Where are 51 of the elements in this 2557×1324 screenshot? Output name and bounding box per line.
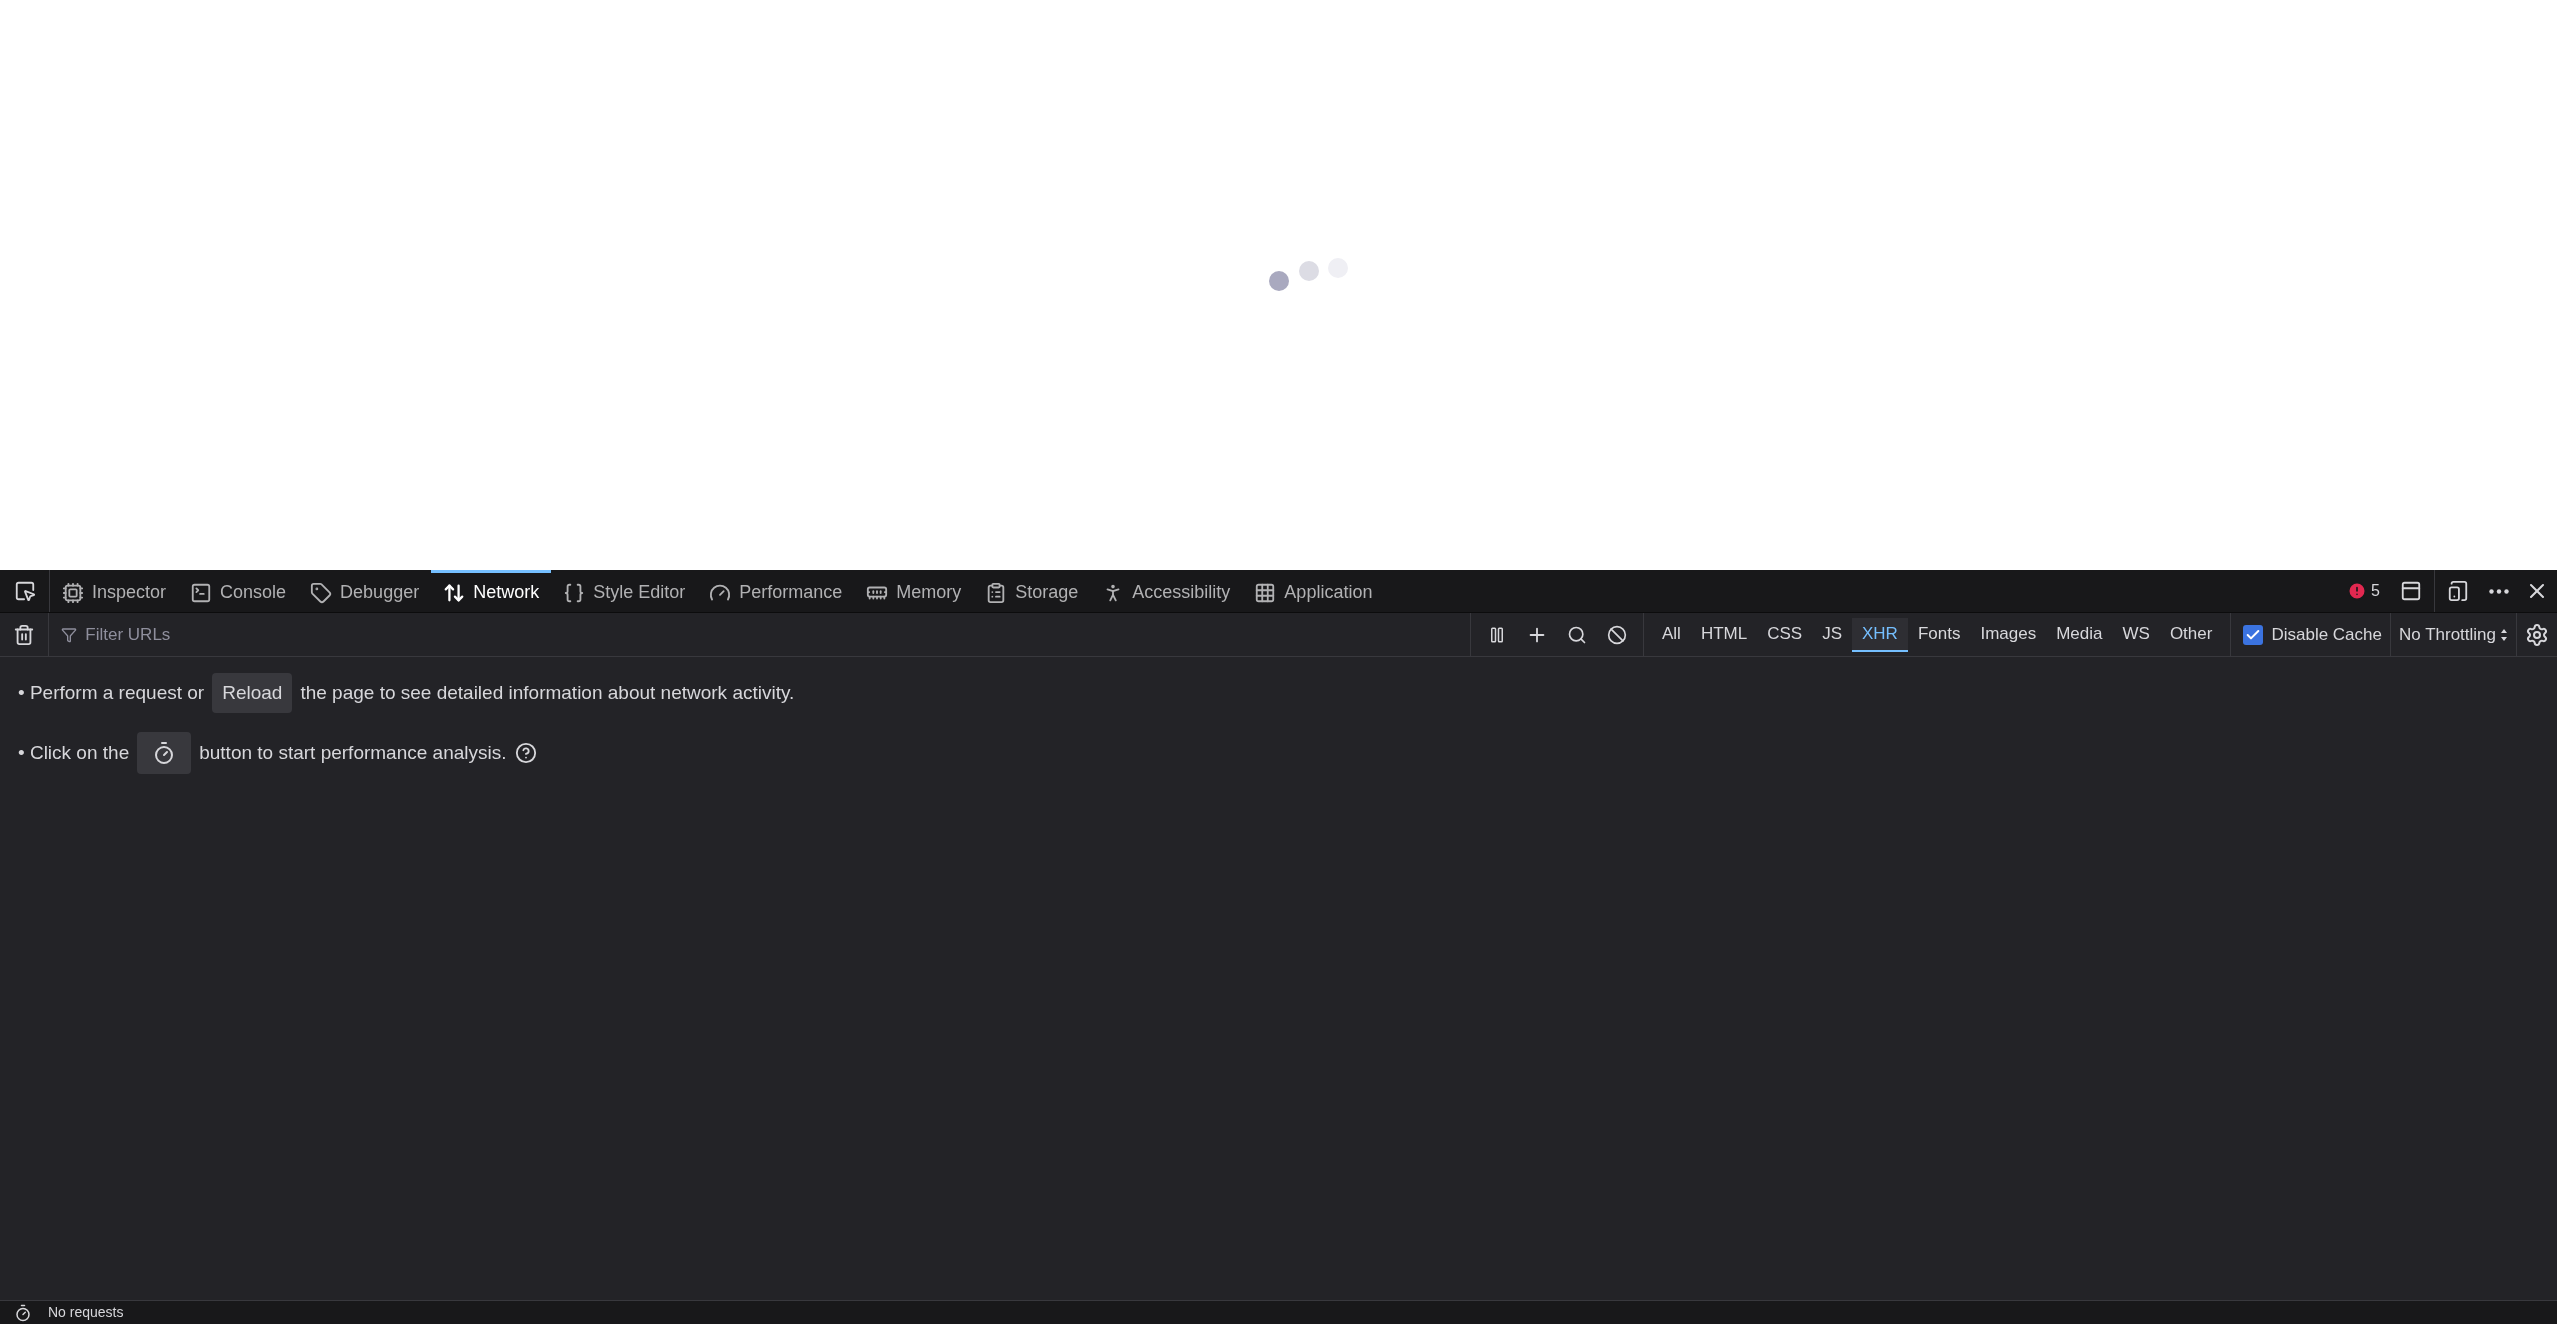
instruction-text: • Perform a request or: [18, 680, 205, 705]
filter-tab[interactable]: All: [1652, 617, 1691, 652]
instruction-text: • Click on the: [18, 740, 130, 765]
status-text: No requests: [48, 1303, 124, 1322]
block-icon: [1607, 624, 1627, 645]
updown-caret-icon: [2500, 627, 2508, 642]
devtools-tab[interactable]: Performance: [697, 570, 855, 612]
trash-icon: [13, 623, 36, 646]
tag-icon: [310, 581, 333, 604]
devtools-tab[interactable]: Memory: [854, 570, 974, 612]
pause-icon: [1488, 625, 1506, 644]
devices-icon: [2447, 580, 2469, 602]
settings-icon: [2525, 622, 2549, 647]
filter-tab[interactable]: Other: [2159, 617, 2223, 652]
devtools-tab[interactable]: Style Editor: [551, 570, 698, 612]
instruction-text: the page to see detailed information about network activity.: [300, 680, 795, 705]
instruction-text: button to start performance analysis.: [199, 740, 507, 765]
element-picker-icon: [13, 580, 36, 602]
arrows-icon: [443, 581, 466, 604]
panel-icon: [2400, 580, 2422, 602]
error-icon: [2347, 581, 2368, 601]
filter-tab[interactable]: Images: [1970, 617, 2047, 652]
performance-analysis-button[interactable]: [137, 732, 192, 774]
braces-icon: [563, 581, 586, 604]
filter-icon: [61, 626, 78, 643]
grid-icon: [1254, 581, 1277, 604]
help-icon[interactable]: [514, 742, 537, 764]
filter-tab[interactable]: XHR: [1852, 617, 1908, 652]
chip-icon: [62, 581, 84, 604]
filter-tab[interactable]: WS: [2112, 617, 2160, 652]
devtools-tab[interactable]: Debugger: [298, 570, 432, 612]
ellipsis-icon: [2489, 588, 2509, 594]
devtools-tab[interactable]: Application: [1242, 570, 1385, 612]
filter-tab[interactable]: HTML: [1690, 617, 1758, 652]
devtools-tab[interactable]: Storage: [973, 570, 1091, 612]
filter-field[interactable]: Filter URLs: [85, 621, 1458, 648]
terminal-icon: [190, 581, 213, 604]
stopwatch-icon[interactable]: [14, 1303, 32, 1322]
error-count-badge[interactable]: 5: [2339, 570, 2388, 612]
disable-cache-checkbox[interactable]: [2243, 624, 2264, 645]
filter-tab[interactable]: JS: [1812, 617, 1852, 652]
devtools-tab[interactable]: Accessibility: [1090, 570, 1243, 612]
filter-tab[interactable]: Media: [2046, 617, 2113, 652]
throttling-select[interactable]: No Throttling: [2390, 613, 2517, 656]
devtools-tab[interactable]: Console: [178, 570, 299, 612]
filter-tab[interactable]: CSS: [1757, 617, 1813, 652]
disable-cache-label: Disable Cache: [2271, 623, 2382, 646]
filter-tab[interactable]: Fonts: [1907, 617, 1971, 652]
search-icon: [1567, 624, 1587, 645]
devtools-tab[interactable]: Inspector: [50, 570, 179, 612]
reload-button[interactable]: Reload: [212, 672, 293, 714]
